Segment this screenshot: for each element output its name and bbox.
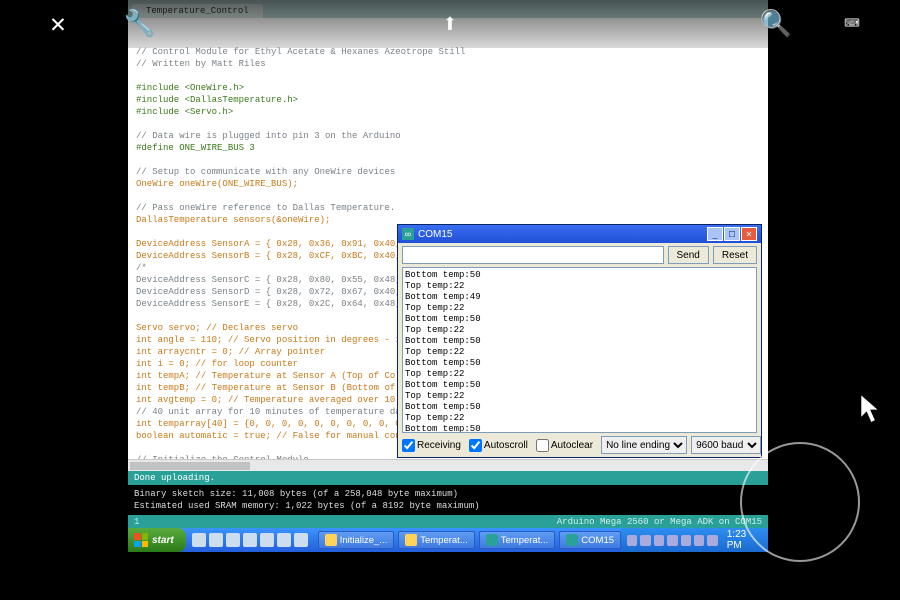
code-line: // Setup to communicate with any OneWire… <box>136 166 760 178</box>
ql-icon[interactable] <box>243 533 257 547</box>
ide-footer: 1 Arduino Mega 2560 or Mega ADK on COM15 <box>128 515 768 529</box>
ide-line-number: 1 <box>134 517 139 527</box>
ql-icon[interactable] <box>260 533 274 547</box>
serial-input[interactable] <box>402 246 664 264</box>
baud-select[interactable]: 9600 baud <box>691 436 761 454</box>
tray-icon[interactable] <box>667 535 677 546</box>
taskbar-item-label: Temperat... <box>420 535 468 546</box>
line-ending-select[interactable]: No line ending <box>601 436 687 454</box>
serial-bottom-bar: Receiving Autoscroll Autoclear No line e… <box>398 433 761 457</box>
ide-status-bar: Done uploading. <box>128 471 768 485</box>
tray-icon[interactable] <box>627 535 637 546</box>
code-line <box>136 154 760 166</box>
code-line <box>136 190 760 202</box>
windows-logo-icon <box>134 533 148 547</box>
send-button[interactable]: Send <box>668 246 709 264</box>
serial-monitor-window: ∞ COM15 _ ☐ ✕ Send Reset Bottom temp:50 … <box>397 224 762 458</box>
taskbar-item[interactable]: Temperat... <box>398 531 475 549</box>
taskbar-item[interactable]: Temperat... <box>479 531 556 549</box>
taskbar-item[interactable]: Initialize_... <box>318 531 395 549</box>
code-line: #define ONE_WIRE_BUS 3 <box>136 142 760 154</box>
wrench-icon[interactable]: 🔧 <box>122 6 158 42</box>
taskbar-item[interactable]: COM15 <box>559 531 621 549</box>
serial-app-icon: ∞ <box>402 228 414 240</box>
tray-icon[interactable] <box>694 535 704 546</box>
code-line: // Pass oneWire reference to Dallas Temp… <box>136 202 760 214</box>
taskbar-item-label: COM15 <box>581 535 614 546</box>
tray-icon[interactable] <box>654 535 664 546</box>
arduino-icon <box>566 534 578 546</box>
code-line: #include <OneWire.h> <box>136 82 760 94</box>
serial-window-title: COM15 <box>418 229 452 240</box>
remote-overlay-bar: ✕ 🔧 ⬆ 🔍 ⌨ <box>0 0 900 48</box>
arduino-icon <box>486 534 498 546</box>
window-close-button[interactable]: ✕ <box>741 227 757 241</box>
receiving-checkbox[interactable]: Receiving <box>402 439 461 452</box>
search-icon[interactable]: 🔍 <box>758 6 794 42</box>
scrollbar-thumb[interactable] <box>130 462 250 470</box>
minimize-button[interactable]: _ <box>707 227 723 241</box>
keyboard-icon[interactable]: ⌨ <box>834 6 870 42</box>
folder-icon <box>325 534 337 546</box>
tray-icon[interactable] <box>707 535 717 546</box>
tray-icon[interactable] <box>640 535 650 546</box>
code-line: #include <DallasTemperature.h> <box>136 94 760 106</box>
code-line <box>136 70 760 82</box>
console-line-1: Binary sketch size: 11,008 bytes (of a 2… <box>134 489 458 499</box>
autoscroll-checkbox[interactable]: Autoscroll <box>469 439 528 452</box>
taskbar-item-label: Initialize_... <box>340 535 388 546</box>
touch-indicator-circle <box>740 442 860 562</box>
ql-icon[interactable] <box>294 533 308 547</box>
code-line: #include <Servo.h> <box>136 106 760 118</box>
serial-input-row: Send Reset <box>398 243 761 267</box>
ql-icon[interactable] <box>192 533 206 547</box>
code-line: // Data wire is plugged into pin 3 on th… <box>136 130 760 142</box>
code-line: OneWire oneWire(ONE_WIRE_BUS); <box>136 178 760 190</box>
start-button[interactable]: start <box>128 528 186 552</box>
system-tray: 1:23 PM <box>621 528 768 552</box>
serial-titlebar[interactable]: ∞ COM15 _ ☐ ✕ <box>398 225 761 243</box>
ide-console: Binary sketch size: 11,008 bytes (of a 2… <box>128 485 768 515</box>
close-icon[interactable]: ✕ <box>40 6 76 42</box>
code-line: // Written by Matt Riles <box>136 58 760 70</box>
upload-arrow-icon[interactable]: ⬆ <box>432 6 468 42</box>
code-line <box>136 118 760 130</box>
start-label: start <box>152 535 174 546</box>
horizontal-scrollbar[interactable] <box>128 459 768 471</box>
reset-button[interactable]: Reset <box>713 246 757 264</box>
quick-launch <box>192 533 308 547</box>
console-line-2: Estimated used SRAM memory: 1,022 bytes … <box>134 501 480 511</box>
taskbar-item-label: Temperat... <box>501 535 549 546</box>
tray-icon[interactable] <box>681 535 691 546</box>
autoclear-checkbox[interactable]: Autoclear <box>536 439 593 452</box>
ql-icon[interactable] <box>277 533 291 547</box>
windows-taskbar: start Initialize_... Temperat... Temperat.… <box>128 528 768 552</box>
folder-icon <box>405 534 417 546</box>
task-buttons: Initialize_... Temperat... Temperat... COM1… <box>314 531 621 549</box>
maximize-button[interactable]: ☐ <box>724 227 740 241</box>
serial-output[interactable]: Bottom temp:50 Top temp:22 Bottom temp:4… <box>402 267 757 433</box>
ql-icon[interactable] <box>209 533 223 547</box>
ql-icon[interactable] <box>226 533 240 547</box>
ide-board-info: Arduino Mega 2560 or Mega ADK on COM15 <box>557 517 762 527</box>
